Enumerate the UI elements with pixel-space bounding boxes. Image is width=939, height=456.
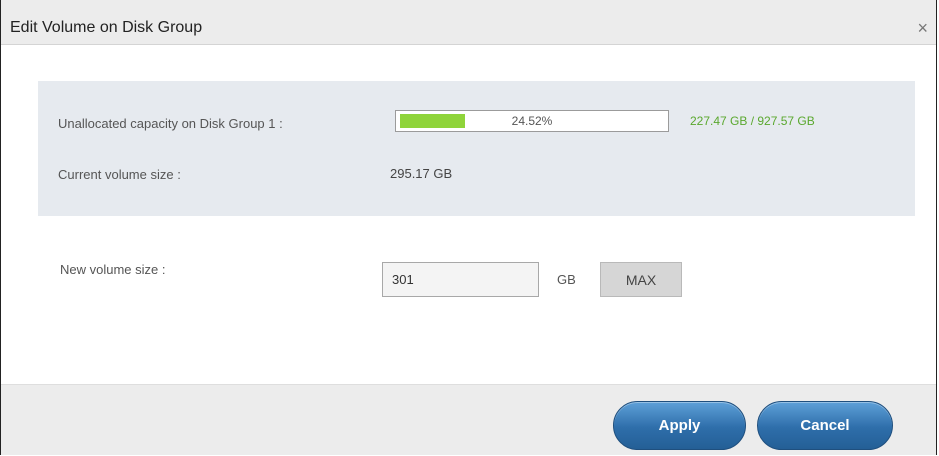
- unallocated-capacity-label: Unallocated capacity on Disk Group 1 :: [58, 116, 283, 131]
- dialog-footer: Apply Cancel: [1, 384, 936, 455]
- capacity-progress-bar: 24.52%: [395, 110, 669, 132]
- progress-percentage: 24.52%: [511, 114, 553, 128]
- capacity-summary: 227.47 GB / 927.57 GB: [690, 114, 815, 128]
- dialog-title: Edit Volume on Disk Group: [10, 19, 203, 36]
- max-button[interactable]: MAX: [600, 262, 682, 297]
- current-volume-size-value: 295.17 GB: [390, 166, 453, 181]
- apply-button[interactable]: Apply: [613, 401, 746, 450]
- capacity-info-panel: Unallocated capacity on Disk Group 1 : 2…: [38, 81, 915, 216]
- current-volume-size-label: Current volume size :: [58, 167, 181, 182]
- size-unit-label: GB: [557, 272, 576, 287]
- new-volume-size-label: New volume size :: [60, 262, 166, 277]
- cancel-button[interactable]: Cancel: [757, 401, 893, 450]
- dialog-title-bar: Edit Volume on Disk Group ×: [1, 0, 936, 45]
- new-volume-size-input[interactable]: [382, 262, 539, 297]
- edit-volume-dialog: Edit Volume on Disk Group × Unallocated …: [0, 0, 937, 455]
- close-icon[interactable]: ×: [917, 18, 928, 38]
